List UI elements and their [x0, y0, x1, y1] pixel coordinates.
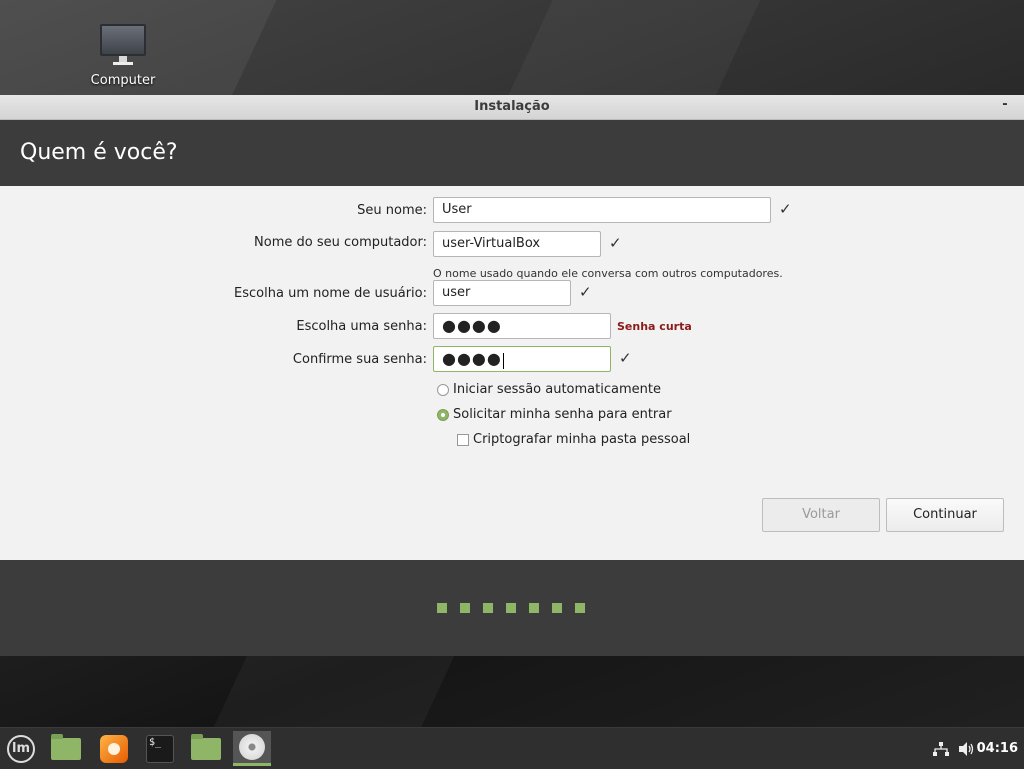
minimize-button[interactable]: - — [998, 95, 1012, 115]
computer-name-check-icon: ✓ — [609, 234, 622, 252]
confirm-password-check-icon: ✓ — [619, 349, 632, 367]
progress-step — [506, 603, 516, 613]
files-launcher[interactable] — [187, 731, 225, 766]
confirm-password-field[interactable]: ●●●● — [433, 346, 611, 372]
show-desktop-button[interactable] — [47, 731, 85, 766]
firefox-icon — [100, 734, 128, 763]
taskbar: lm $_ 04:16 — [0, 727, 1024, 769]
form-area: Seu nome: User ✓ Nome do seu computador:… — [0, 186, 1024, 560]
password-label: Escolha uma senha: — [296, 319, 427, 334]
password-strength-warning: Senha curta — [617, 320, 692, 333]
page-heading: Quem é você? — [0, 120, 1024, 186]
desktop-icon-label: Computer — [90, 73, 156, 88]
password-field[interactable]: ●●●● — [433, 313, 611, 339]
text-caret — [502, 352, 504, 369]
network-icon[interactable] — [932, 728, 950, 769]
name-check-icon: ✓ — [779, 200, 792, 218]
progress-indicator — [0, 560, 1024, 656]
computer-name-field[interactable]: user-VirtualBox — [433, 231, 601, 257]
confirm-password-dots: ●●●● — [442, 349, 502, 368]
encrypt-home-checkbox[interactable] — [457, 434, 469, 446]
disc-icon — [239, 734, 265, 760]
computer-name-label: Nome do seu computador: — [254, 235, 427, 250]
back-button[interactable]: Voltar — [762, 498, 880, 532]
terminal-launcher[interactable]: $_ — [141, 731, 179, 766]
confirm-password-label: Confirme sua senha: — [292, 352, 427, 367]
username-label: Escolha um nome de usuário: — [234, 286, 427, 301]
computer-icon — [100, 24, 146, 56]
progress-step — [460, 603, 470, 613]
username-check-icon: ✓ — [579, 283, 592, 301]
folder-icon — [191, 733, 221, 760]
username-field[interactable]: user — [433, 280, 571, 306]
name-label: Seu nome: — [357, 203, 427, 218]
desktop-icon-computer[interactable]: Computer — [88, 24, 158, 88]
progress-step — [552, 603, 562, 613]
progress-step — [529, 603, 539, 613]
mint-logo-icon: lm — [7, 734, 35, 763]
desktop-icon — [51, 733, 81, 760]
taskbar-installer-window[interactable] — [233, 731, 271, 766]
progress-step — [575, 603, 585, 613]
auto-login-label[interactable]: Iniciar sessão automaticamente — [453, 382, 661, 397]
encrypt-home-label[interactable]: Criptografar minha pasta pessoal — [473, 432, 690, 447]
firefox-launcher[interactable] — [95, 731, 133, 766]
require-password-label[interactable]: Solicitar minha senha para entrar — [453, 407, 672, 422]
progress-step — [483, 603, 493, 613]
require-password-radio[interactable] — [437, 409, 449, 421]
progress-step — [437, 603, 447, 613]
volume-icon[interactable] — [958, 728, 976, 769]
continue-button[interactable]: Continuar — [886, 498, 1004, 532]
auto-login-radio[interactable] — [437, 384, 449, 396]
installer-window: Instalação - Quem é você? Seu nome: User… — [0, 95, 1024, 657]
name-field[interactable]: User — [433, 197, 771, 223]
window-title: Instalação — [474, 99, 550, 114]
clock[interactable]: 04:16 — [977, 728, 1018, 769]
window-titlebar[interactable]: Instalação - — [0, 95, 1024, 120]
password-dots: ●●●● — [442, 316, 502, 335]
menu-button[interactable]: lm — [2, 731, 40, 766]
computer-name-hint: O nome usado quando ele conversa com out… — [433, 267, 783, 280]
terminal-icon: $_ — [146, 734, 174, 763]
